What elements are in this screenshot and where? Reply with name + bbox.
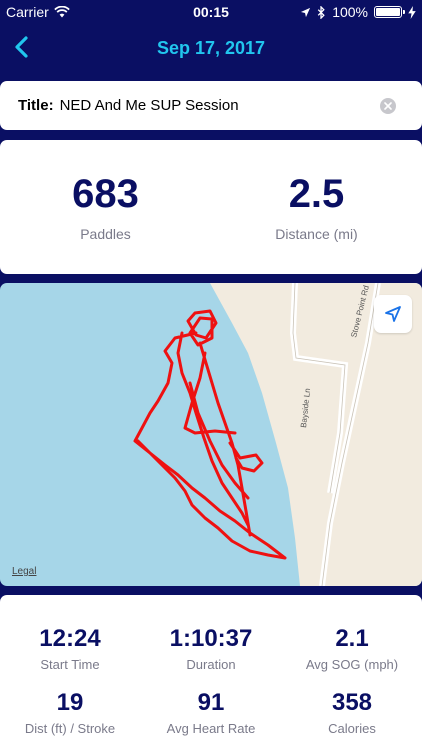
start-time-stat: 12:24 Start Time bbox=[0, 625, 140, 672]
avg-sog-value: 2.1 bbox=[335, 625, 369, 652]
status-right-group: 100% bbox=[300, 4, 416, 20]
bluetooth-icon bbox=[317, 5, 325, 19]
locate-button[interactable] bbox=[374, 295, 412, 333]
location-arrow-icon bbox=[385, 306, 401, 322]
battery-percent: 100% bbox=[332, 4, 368, 20]
page-title: Sep 17, 2017 bbox=[156, 38, 266, 58]
paddles-label: Paddles bbox=[80, 226, 131, 242]
distance-value: 2.5 bbox=[288, 172, 345, 216]
charging-bolt-icon bbox=[408, 5, 416, 19]
duration-value: 1:10:37 bbox=[169, 625, 253, 652]
title-input[interactable] bbox=[59, 97, 380, 114]
map-canvas: Bayside Ln Stove Point Rd bbox=[133, 283, 422, 586]
duration-label: Duration bbox=[186, 657, 236, 672]
location-arrow-icon bbox=[301, 7, 311, 17]
avg-sog-stat: 2.1 Avg SOG (mph) bbox=[282, 625, 422, 672]
stats-card: 12:24 Start Time 1:10:37 Duration 2.1 Av… bbox=[0, 595, 422, 750]
dist-per-stroke-stat: 19 Dist (ft) / Stroke bbox=[0, 689, 140, 736]
title-label: Title: bbox=[18, 97, 54, 114]
battery-level bbox=[376, 8, 400, 16]
avg-heart-rate-label: Avg Heart Rate bbox=[166, 721, 256, 736]
route-map[interactable]: Bayside Ln Stove Point Rd Legal bbox=[0, 283, 422, 586]
distance-label: Distance (mi) bbox=[275, 226, 358, 242]
title-card: Title: bbox=[0, 81, 422, 130]
avg-heart-rate-stat: 91 Avg Heart Rate bbox=[141, 689, 281, 736]
calories-value: 358 bbox=[331, 689, 373, 716]
summary-card: 683 Paddles 2.5 Distance (mi) bbox=[0, 140, 422, 274]
avg-sog-label: Avg SOG (mph) bbox=[305, 657, 399, 672]
status-bar: Carrier 00:15 100% bbox=[0, 0, 422, 24]
paddles-value: 683 bbox=[72, 172, 139, 216]
paddles-stat: 683 Paddles bbox=[0, 170, 211, 242]
clear-x-icon bbox=[384, 101, 392, 110]
nav-bar: Sep 17, 2017 bbox=[0, 24, 422, 72]
clear-button[interactable] bbox=[380, 97, 396, 114]
dist-per-stroke-label: Dist (ft) / Stroke bbox=[24, 721, 116, 736]
duration-stat: 1:10:37 Duration bbox=[141, 625, 281, 672]
dist-per-stroke-value: 19 bbox=[56, 689, 84, 716]
map-legal-link[interactable]: Legal bbox=[12, 566, 36, 577]
calories-label: Calories bbox=[328, 721, 376, 736]
battery-icon bbox=[374, 6, 405, 18]
distance-stat: 2.5 Distance (mi) bbox=[211, 170, 422, 242]
calories-stat: 358 Calories bbox=[282, 689, 422, 736]
start-time-label: Start Time bbox=[40, 657, 100, 672]
avg-heart-rate-value: 91 bbox=[197, 689, 225, 716]
start-time-value: 12:24 bbox=[39, 625, 101, 652]
